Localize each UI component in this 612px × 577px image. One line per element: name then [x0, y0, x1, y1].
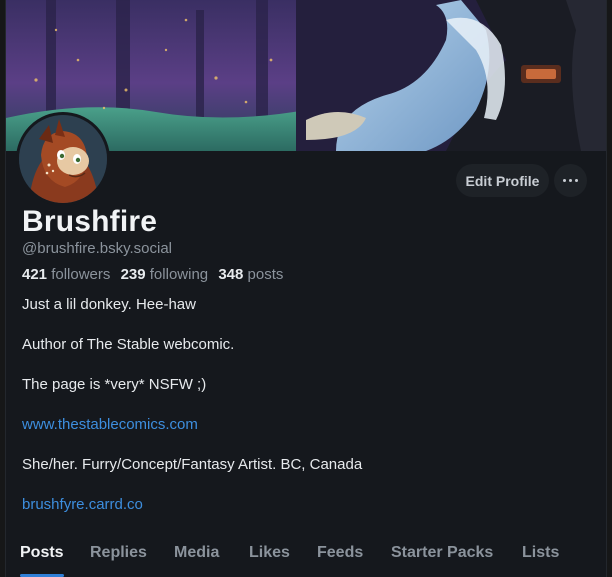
tab-media[interactable]: Media — [174, 544, 219, 562]
profile-handle: @brushfire.bsky.social — [22, 240, 172, 257]
tab-lists[interactable]: Lists — [522, 544, 559, 562]
more-options-button[interactable] — [554, 164, 587, 197]
posts-label: posts — [247, 266, 284, 283]
tab-likes[interactable]: Likes — [249, 544, 290, 562]
followers-label: followers — [51, 266, 111, 283]
following-count: 239 — [120, 266, 146, 283]
following-link[interactable]: 239 following — [121, 266, 209, 283]
profile-avatar[interactable] — [16, 112, 110, 206]
followers-count: 421 — [22, 266, 48, 283]
ellipsis-horizontal-icon — [563, 179, 566, 182]
bio-line: The page is *very* NSFW ;) — [22, 376, 207, 393]
bio-line: She/her. Furry/Concept/Fantasy Artist. B… — [22, 456, 363, 473]
following-label: following — [149, 266, 209, 283]
bio-line: Author of The Stable webcomic. — [22, 336, 235, 353]
tab-posts[interactable]: Posts — [20, 544, 64, 562]
bio-line: Just a lil donkey. Hee-haw — [22, 296, 196, 313]
bio-link-line: www.thestablecomics.com — [22, 415, 198, 435]
profile-page: Edit Profile Brushfire @brushfire.bsky.s… — [5, 0, 607, 577]
bio-link-line: brushfyre.carrd.co — [22, 495, 143, 515]
posts-count: 348 — [218, 266, 244, 283]
profile-stats: 421 followers 239 following 348 posts — [22, 266, 289, 283]
ellipsis-dot — [569, 179, 572, 182]
edit-profile-button[interactable]: Edit Profile — [456, 164, 549, 197]
profile-tabs: Posts Replies Media Likes Feeds Starter … — [6, 540, 606, 577]
followers-link[interactable]: 421 followers — [22, 266, 110, 283]
website-link[interactable]: www.thestablecomics.com — [22, 416, 198, 433]
tab-starter-packs[interactable]: Starter Packs — [391, 544, 493, 562]
tab-replies[interactable]: Replies — [90, 544, 147, 562]
carrd-link[interactable]: brushfyre.carrd.co — [22, 496, 143, 513]
ellipsis-dot — [575, 179, 578, 182]
posts-stat: 348 posts — [218, 266, 283, 283]
tab-feeds[interactable]: Feeds — [317, 544, 363, 562]
display-name: Brushfire — [22, 205, 158, 238]
